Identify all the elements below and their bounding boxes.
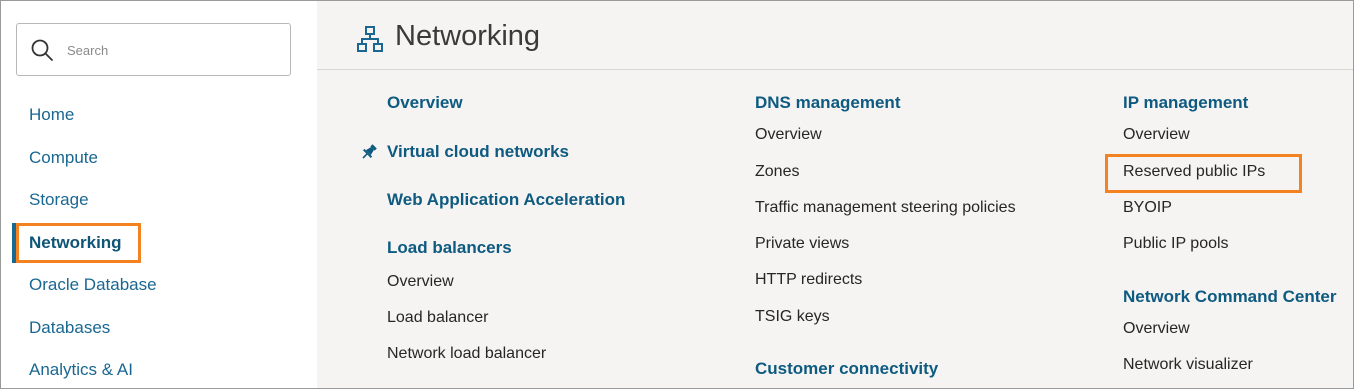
- public-ip-pools-link[interactable]: Public IP pools: [1123, 235, 1229, 253]
- ip-overview-link[interactable]: Overview: [1123, 126, 1190, 144]
- search-icon: [31, 39, 53, 61]
- zones-link[interactable]: Zones: [755, 163, 799, 181]
- customer-connectivity-heading[interactable]: Customer connectivity: [755, 359, 938, 379]
- search-box[interactable]: [16, 23, 291, 76]
- sidebar-item-analytics-ai[interactable]: Analytics & AI: [1, 349, 317, 388]
- http-redirects-link[interactable]: HTTP redirects: [755, 271, 862, 289]
- sidebar-item-label: Oracle Database: [29, 275, 157, 295]
- search-input[interactable]: [67, 40, 277, 60]
- main-panel: Networking Overview Virtual cloud networ…: [317, 1, 1353, 388]
- sidebar-item-label: Storage: [29, 190, 89, 210]
- sidebar-item-label: Databases: [29, 317, 111, 337]
- sidebar-nav: Home Compute Storage Networking Oracle D…: [1, 94, 317, 388]
- page-header: Networking: [317, 1, 1353, 70]
- dns-overview-link[interactable]: Overview: [755, 126, 822, 144]
- lb-overview-link[interactable]: Overview: [387, 273, 454, 291]
- network-visualizer-link[interactable]: Network visualizer: [1123, 356, 1253, 374]
- byoip-link[interactable]: BYOIP: [1123, 199, 1172, 217]
- traffic-management-link[interactable]: Traffic management steering policies: [755, 199, 1016, 217]
- load-balancer-link[interactable]: Load balancer: [387, 309, 488, 327]
- highlight-box: [16, 222, 141, 263]
- sidebar-item-label: Home: [29, 105, 75, 125]
- reserved-public-ips-link[interactable]: Reserved public IPs: [1123, 163, 1265, 181]
- console-frame: Home Compute Storage Networking Oracle D…: [0, 0, 1354, 389]
- sidebar-item-oracle-database[interactable]: Oracle Database: [1, 264, 317, 307]
- dns-management-heading[interactable]: DNS management: [755, 93, 900, 113]
- private-views-link[interactable]: Private views: [755, 235, 849, 253]
- ip-management-heading[interactable]: IP management: [1123, 93, 1248, 113]
- sidebar-item-databases[interactable]: Databases: [1, 307, 317, 350]
- sidebar-item-home[interactable]: Home: [1, 94, 317, 137]
- pin-icon[interactable]: [360, 143, 378, 161]
- sidebar: Home Compute Storage Networking Oracle D…: [1, 1, 317, 388]
- sidebar-item-storage[interactable]: Storage: [1, 179, 317, 222]
- sidebar-item-networking[interactable]: Networking: [1, 222, 317, 265]
- overview-link[interactable]: Overview: [387, 93, 463, 113]
- web-application-acceleration-link[interactable]: Web Application Acceleration: [387, 190, 625, 210]
- sidebar-item-label: Compute: [29, 147, 98, 167]
- network-load-balancer-link[interactable]: Network load balancer: [387, 345, 546, 363]
- tsig-keys-link[interactable]: TSIG keys: [755, 308, 830, 326]
- sidebar-item-label: Analytics & AI: [29, 360, 133, 380]
- page-title: Networking: [395, 20, 541, 52]
- ncc-overview-link[interactable]: Overview: [1123, 320, 1190, 338]
- sidebar-item-compute[interactable]: Compute: [1, 137, 317, 180]
- virtual-cloud-networks-link[interactable]: Virtual cloud networks: [387, 142, 569, 162]
- network-command-center-heading[interactable]: Network Command Center: [1123, 287, 1336, 307]
- network-icon: [357, 26, 383, 52]
- load-balancers-heading[interactable]: Load balancers: [387, 238, 512, 258]
